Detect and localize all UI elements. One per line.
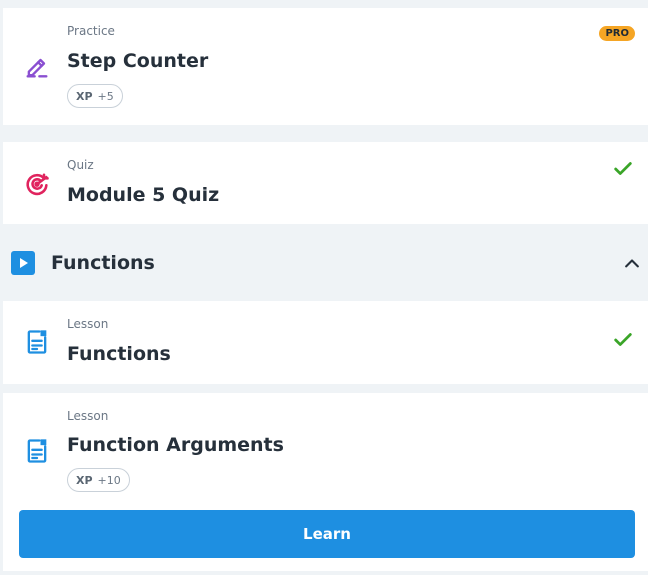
item-type-label: Lesson xyxy=(67,317,109,331)
lesson-card-active[interactable]: Lesson Function Arguments XP +10 Learn xyxy=(3,393,648,571)
practice-card[interactable]: Practice Step Counter XP +5 PRO xyxy=(3,8,648,125)
check-icon xyxy=(614,333,632,346)
lesson-card[interactable]: Lesson Functions xyxy=(3,301,648,384)
check-icon xyxy=(614,162,632,175)
item-title: Step Counter xyxy=(67,50,209,72)
xp-label: XP xyxy=(76,473,93,487)
pencil-edit-icon xyxy=(26,58,48,78)
item-type-label: Lesson xyxy=(67,409,109,423)
xp-value: +10 xyxy=(97,473,121,487)
item-title: Function Arguments xyxy=(67,434,284,456)
chevron-up-icon[interactable] xyxy=(622,253,642,273)
quiz-card[interactable]: Quiz Module 5 Quiz xyxy=(3,142,648,224)
section-header-functions[interactable]: Functions xyxy=(0,226,648,300)
item-type-label: Quiz xyxy=(67,158,94,172)
item-title: Functions xyxy=(67,343,171,365)
pro-badge: PRO xyxy=(599,26,635,41)
document-icon xyxy=(27,330,47,354)
xp-label: XP xyxy=(76,89,93,103)
item-type-label: Practice xyxy=(67,24,115,38)
item-title: Module 5 Quiz xyxy=(67,184,220,206)
target-icon xyxy=(26,173,49,196)
xp-value: +5 xyxy=(97,89,114,103)
document-icon xyxy=(27,439,47,463)
xp-pill: XP +10 xyxy=(67,468,130,492)
learn-button[interactable]: Learn xyxy=(19,510,635,558)
play-icon xyxy=(11,251,35,275)
xp-pill: XP +5 xyxy=(67,84,123,108)
section-title: Functions xyxy=(51,252,155,274)
